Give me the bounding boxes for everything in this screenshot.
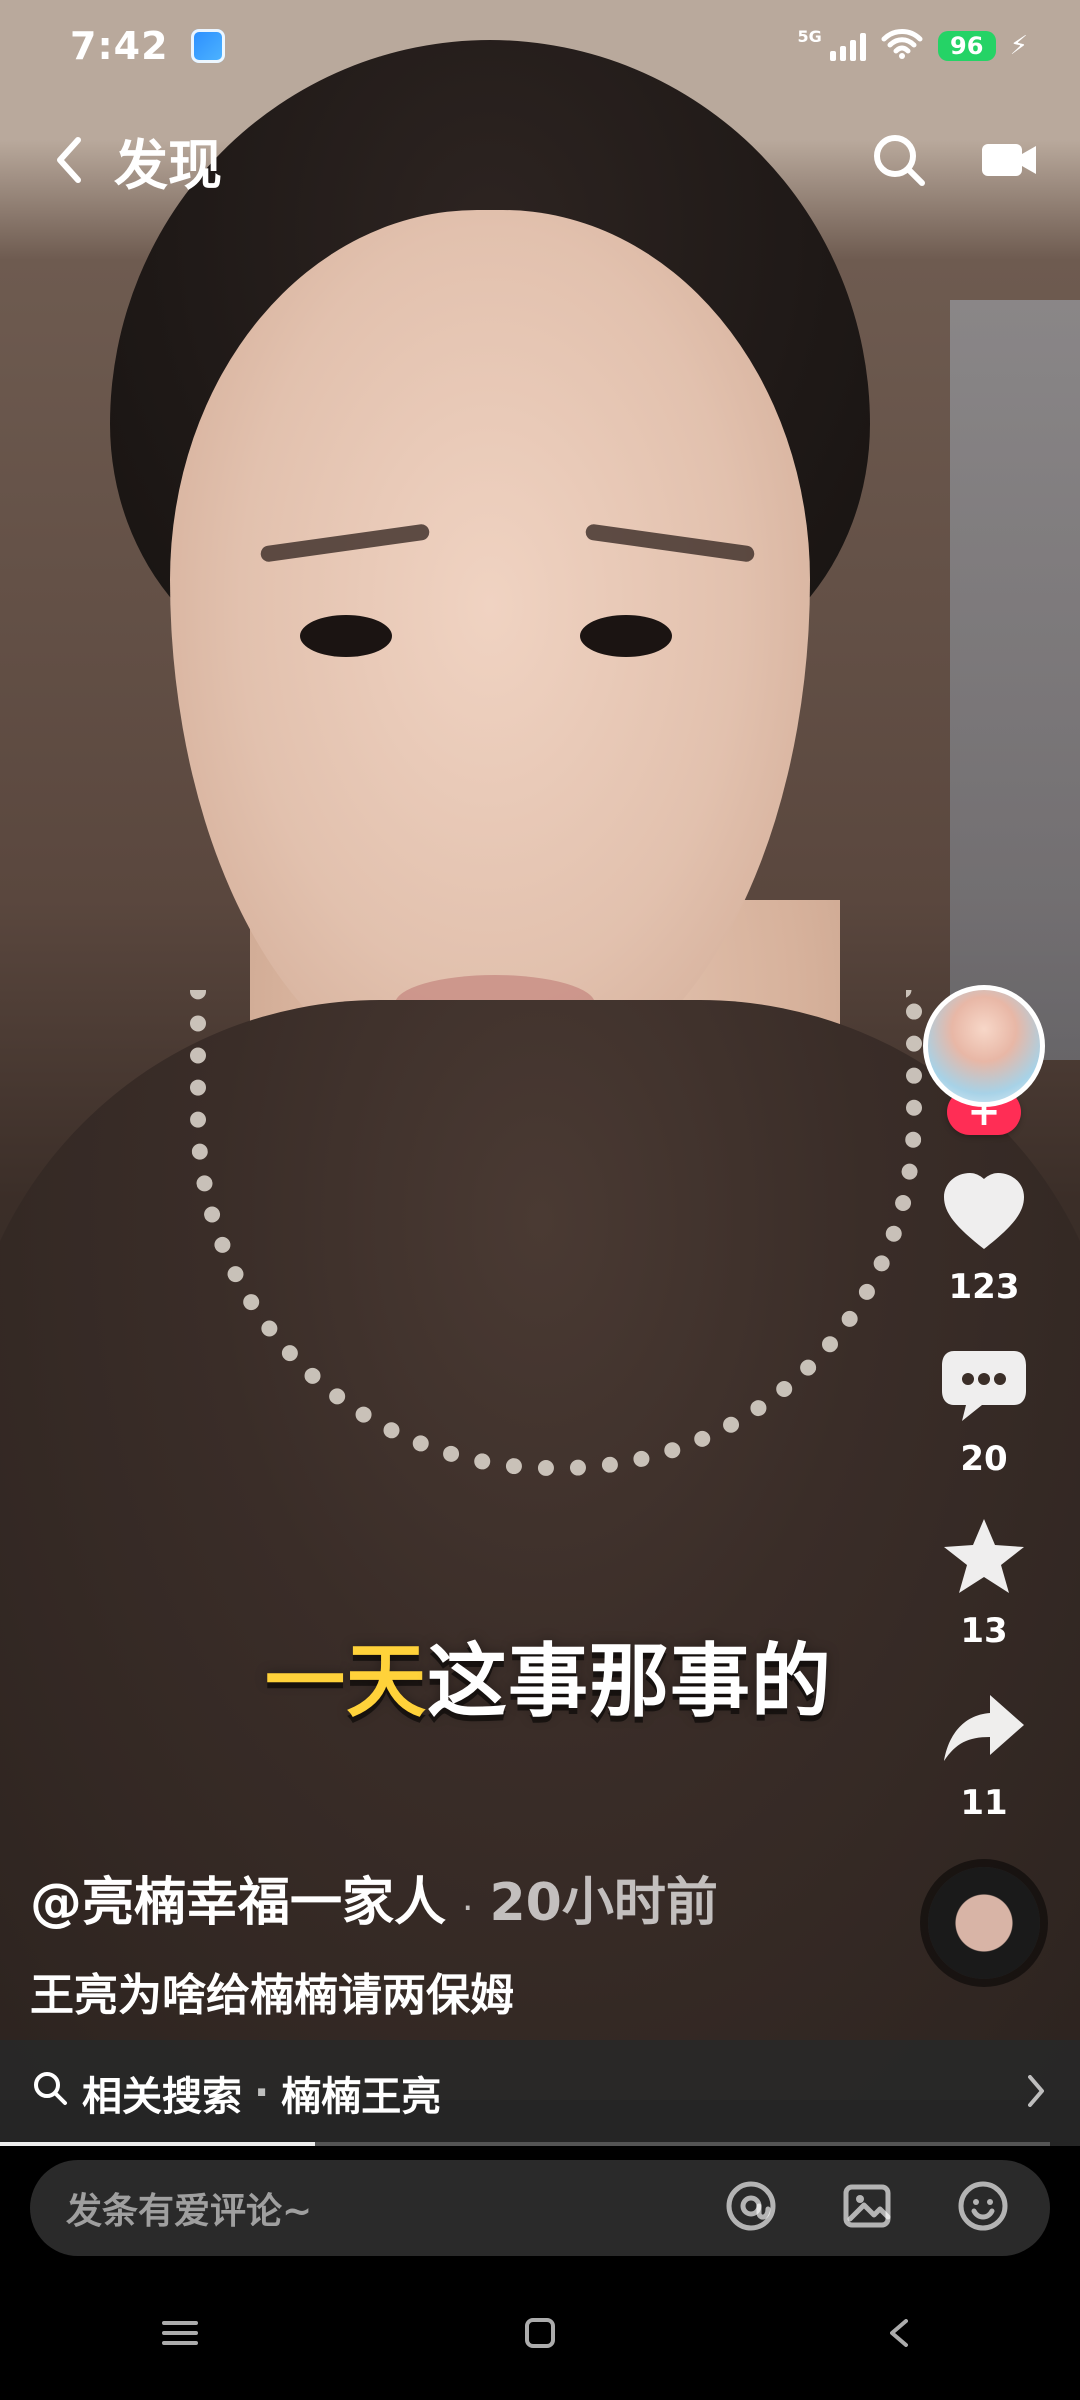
related-search-separator: · [254, 2070, 270, 2116]
system-back-button[interactable] [830, 2295, 970, 2375]
wifi-icon [880, 27, 924, 65]
video-caption[interactable]: 王亮为啥给楠楠请两保姆 [30, 1959, 890, 2023]
share-action[interactable]: 11 [938, 1685, 1030, 1823]
system-menu-button[interactable] [110, 2295, 250, 2375]
image-icon[interactable] [836, 2175, 898, 2241]
search-icon[interactable] [870, 131, 928, 189]
comment-bar: 发条有爱评论~ [0, 2146, 1080, 2270]
chevron-left-icon[interactable] [48, 132, 92, 188]
home-square-icon [518, 2311, 562, 2359]
top-nav-right [870, 131, 1040, 189]
notification-app-icon [190, 29, 225, 63]
status-right: 5G 96 ⚡ [797, 27, 1028, 65]
favorite-action[interactable]: 13 [938, 1513, 1030, 1651]
video-subtitle: 一天 这事那事的 [265, 1620, 832, 1730]
author-line: @亮楠幸福一家人 · 20小时前 [30, 1860, 890, 1935]
comment-count: 20 [960, 1439, 1008, 1479]
author-name[interactable]: @亮楠幸福一家人 [30, 1860, 446, 1935]
comment-input[interactable]: 发条有爱评论~ [30, 2160, 1050, 2256]
subtitle-highlight: 一天 [265, 1635, 427, 1728]
related-search-query: 楠楠王亮 [281, 2074, 442, 2120]
top-navigation: 发现 [0, 100, 1080, 220]
comment-actions [720, 2175, 1014, 2241]
battery-indicator: 96 [937, 31, 996, 61]
related-search-text: 相关搜索 · 楠楠王亮 [30, 2064, 441, 2122]
like-count: 123 [948, 1267, 1020, 1307]
top-nav-left: 发现 [48, 121, 222, 200]
charging-icon: ⚡ [1009, 31, 1028, 61]
related-search-label: 相关搜索 [82, 2074, 242, 2120]
author-avatar[interactable] [923, 985, 1045, 1107]
battery-level: 96 [950, 32, 984, 60]
like-action[interactable]: 123 [938, 1169, 1030, 1307]
network-type: 5G [797, 26, 822, 46]
status-time: 7:42 [70, 24, 169, 68]
subtitle-rest: 这事那事的 [427, 1635, 832, 1728]
search-icon [30, 2068, 70, 2118]
music-disc-icon[interactable] [928, 1867, 1040, 1979]
status-bar: 7:42 5G 96 ⚡ [0, 0, 1080, 92]
comment-action[interactable]: 20 [938, 1341, 1030, 1479]
meta-separator: · [462, 1888, 474, 1929]
share-count: 11 [960, 1783, 1008, 1823]
status-left: 7:42 [70, 24, 225, 68]
favorite-count: 13 [960, 1611, 1008, 1651]
right-action-rail: + 123 20 13 11 [904, 985, 1064, 1979]
chevron-right-icon [1020, 2067, 1050, 2119]
video-meta: @亮楠幸福一家人 · 20小时前 王亮为啥给楠楠请两保姆 [30, 1860, 890, 2023]
star-icon [938, 1513, 1030, 1601]
cellular-signal-icon [829, 31, 866, 61]
person-eye-left [300, 615, 392, 657]
comment-placeholder: 发条有爱评论~ [66, 2191, 313, 2232]
at-mention-icon[interactable] [720, 2175, 782, 2241]
system-navigation-bar [0, 2270, 1080, 2400]
heart-icon [938, 1169, 1030, 1257]
share-arrow-icon [938, 1685, 1030, 1773]
post-time: 20小时前 [489, 1873, 718, 1933]
screen: 7:42 5G 96 ⚡ 发现 一天 这事那事的 + 123 20 13 11 … [0, 0, 1080, 2400]
video-camera-icon[interactable] [976, 136, 1040, 184]
person-eye-right [580, 615, 672, 657]
emoji-icon[interactable] [952, 2175, 1014, 2241]
system-home-button[interactable] [470, 2295, 610, 2375]
comment-bubble-icon [938, 1341, 1030, 1429]
back-triangle-icon [878, 2311, 922, 2359]
menu-icon [158, 2313, 202, 2357]
background-wall [950, 300, 1080, 1060]
related-search-bar[interactable]: 相关搜索 · 楠楠王亮 [0, 2040, 1080, 2146]
page-title: 发现 [114, 133, 222, 197]
